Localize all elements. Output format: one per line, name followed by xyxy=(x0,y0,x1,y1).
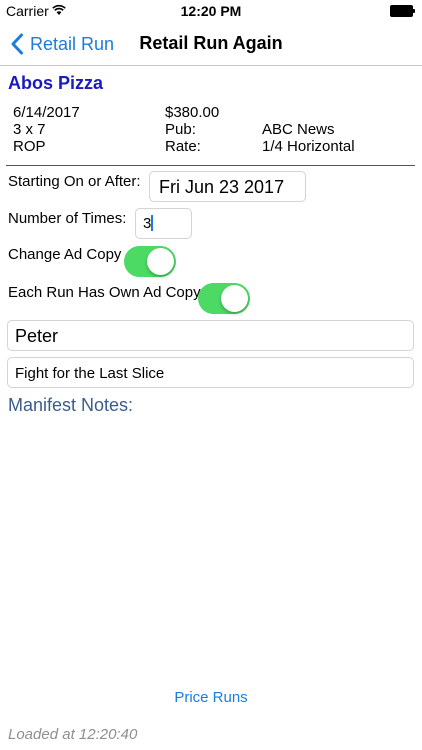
pub-label: Pub: xyxy=(165,121,196,138)
page-title: Retail Run Again xyxy=(139,33,283,53)
status-time: 12:20 PM xyxy=(180,3,242,19)
change-copy-label: Change Ad Copy xyxy=(8,246,122,263)
change-copy-toggle[interactable] xyxy=(124,246,176,277)
price-runs-button[interactable]: Price Runs xyxy=(0,689,422,706)
run-size: 3 x 7 xyxy=(13,121,46,138)
run-date: 6/14/2017 xyxy=(13,104,80,121)
client-name: Abos Pizza xyxy=(8,73,104,93)
name-input[interactable]: Peter xyxy=(7,320,414,351)
times-value: 3 xyxy=(143,215,152,232)
nav-bar: Retail Run Retail Run Again xyxy=(0,22,422,66)
toggle-knob xyxy=(147,248,174,275)
ad-copy-input[interactable]: Fight for the Last Slice xyxy=(7,357,414,388)
pub-value: ABC News xyxy=(262,121,335,138)
own-copy-toggle[interactable] xyxy=(198,283,250,314)
starting-label: Starting On or After: xyxy=(8,173,141,190)
toggle-knob xyxy=(221,285,248,312)
manifest-notes-label: Manifest Notes: xyxy=(8,395,134,415)
times-label: Number of Times: xyxy=(8,210,127,227)
start-date-field[interactable]: Fri Jun 23 2017 xyxy=(149,171,306,202)
battery-icon xyxy=(390,5,416,17)
rate-label: Rate: xyxy=(165,138,201,155)
own-copy-label: Each Run Has Own Ad Copy xyxy=(8,284,201,301)
run-placement: ROP xyxy=(13,138,46,155)
loaded-at-label: Loaded at 12:20:40 xyxy=(8,726,138,743)
divider xyxy=(6,165,415,166)
status-bar: Carrier 12:20 PM xyxy=(0,0,422,22)
run-price: $380.00 xyxy=(165,104,220,121)
rate-value: 1/4 Horizontal xyxy=(262,138,355,155)
times-input[interactable]: 3 xyxy=(135,208,192,239)
text-cursor xyxy=(151,215,154,231)
